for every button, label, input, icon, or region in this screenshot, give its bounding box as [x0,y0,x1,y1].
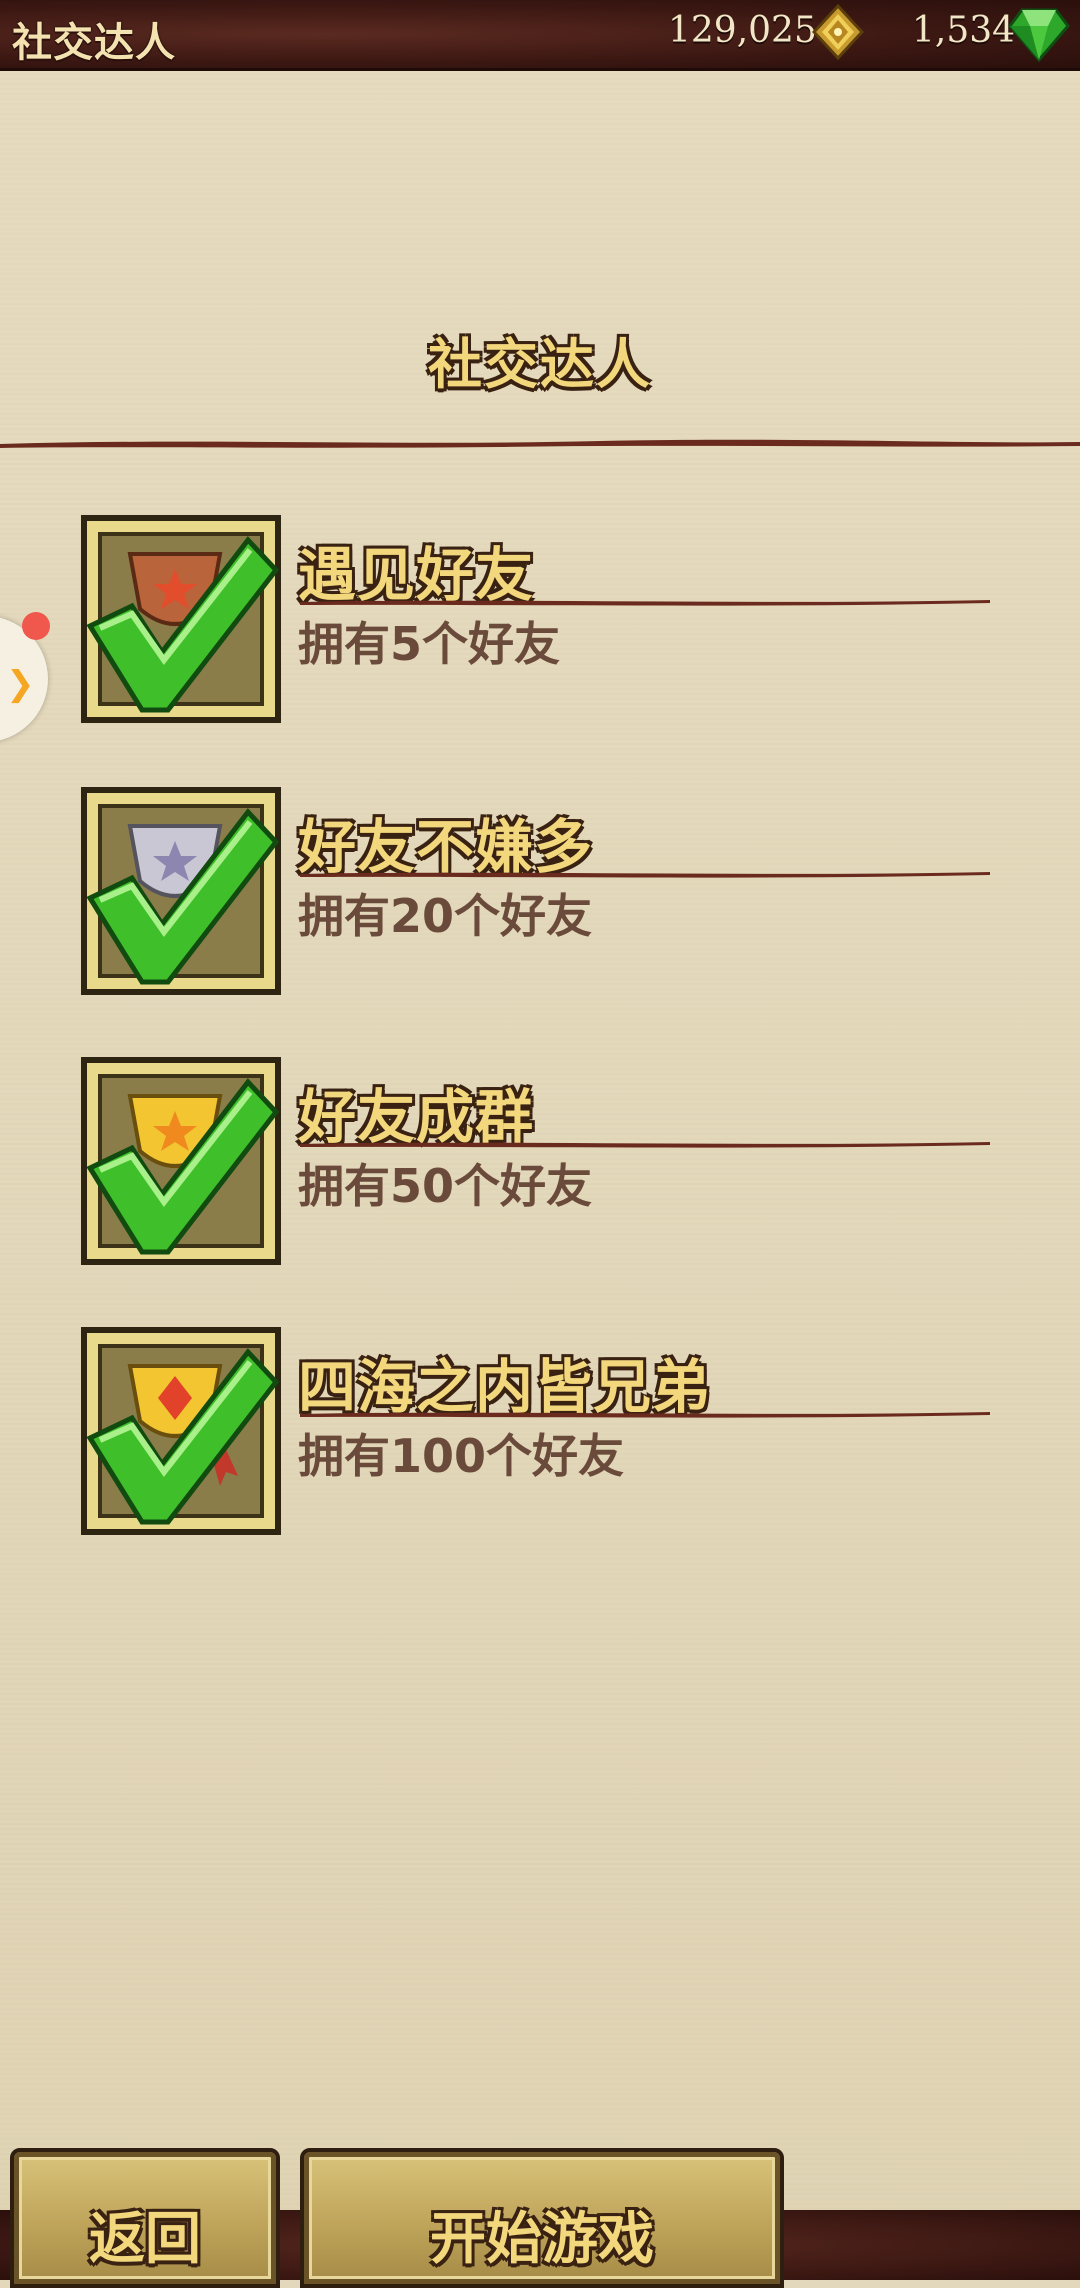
section-title: 社交达人 [428,333,652,396]
coins-count: 129,025 [668,10,817,51]
achievement-divider [300,600,990,606]
start-game-button[interactable]: 开始游戏 [300,2148,784,2288]
gold-diamond-icon [812,4,864,60]
achievement-description: 拥有100个好友 [298,1429,625,1483]
achievement-description: 拥有20个好友 [298,889,593,943]
section-divider [0,439,1080,448]
achievement-badge [81,515,281,723]
page-title: 社交达人 [12,20,176,66]
achievement-badge [81,787,281,995]
achievement-description: 拥有5个好友 [298,617,561,671]
top-bar: 社交达人 129,025 1,534 [0,0,1080,71]
achievement-divider [300,1412,990,1418]
back-button[interactable]: 返回 [10,2148,280,2288]
achievement-badge [81,1327,281,1535]
achievement-description: 拥有50个好友 [298,1159,593,1213]
gems-count: 1,534 [912,10,1016,51]
achievement-item: 遇见好友 拥有5个好友 [0,514,1080,734]
achievement-item: 好友不嫌多 拥有20个好友 [0,786,1080,1006]
start-game-button-label: 开始游戏 [430,2207,654,2272]
achievement-divider [300,872,990,878]
achievement-badge [81,1057,281,1265]
back-button-label: 返回 [89,2207,201,2272]
achievement-item: 四海之内皆兄弟 拥有100个好友 [0,1326,1080,1546]
achievement-divider [300,1142,990,1148]
achievement-item: 好友成群 拥有50个好友 [0,1056,1080,1276]
green-gem-icon [1008,8,1070,62]
